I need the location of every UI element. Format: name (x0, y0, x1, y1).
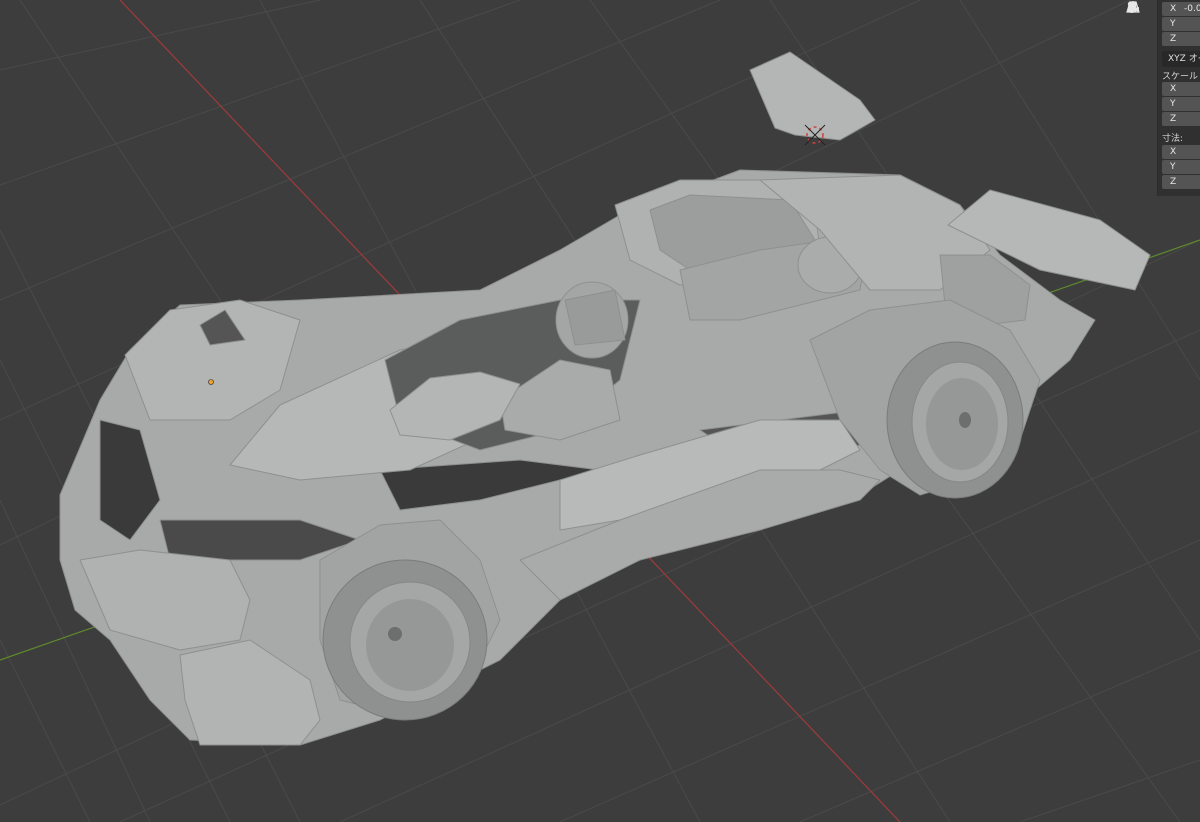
rotation-mode-dropdown[interactable]: XYZ オイ (1162, 51, 1200, 67)
object-origin-icon (208, 379, 214, 385)
location-x-value: -0.0 (1184, 4, 1200, 14)
dimensions-x-field[interactable]: X (1162, 145, 1200, 159)
dimensions-z-label: Z (1170, 177, 1177, 187)
dimensions-y-label: Y (1170, 162, 1176, 172)
rear-wheel[interactable] (886, 341, 1024, 499)
viewport-navigation (1126, 0, 1152, 72)
scale-y-label: Y (1170, 99, 1176, 109)
scale-fields: X Y Z (1162, 82, 1200, 127)
camera-icon[interactable] (1127, 1, 1150, 46)
dimensions-y-field[interactable]: Y (1162, 160, 1200, 174)
location-y-field[interactable]: Y (1162, 17, 1200, 31)
location-z-field[interactable]: Z (1162, 32, 1200, 46)
location-fields: X -0.0 Y Z (1162, 2, 1200, 47)
scale-title: スケール (1162, 72, 1199, 82)
perspective-grid-icon-glyph (1126, 1, 1140, 13)
object-properties-panel: X -0.0 Y Z XYZ オイ スケール X Y Z 寸法: X Y Z (1157, 0, 1200, 196)
perspective-grid-icon[interactable] (1126, 1, 1150, 70)
scale-x-label: X (1170, 84, 1177, 94)
scale-y-field[interactable]: Y (1162, 97, 1200, 111)
dimensions-x-label: X (1170, 147, 1177, 157)
location-x-label: X (1170, 4, 1177, 14)
dimensions-z-field[interactable]: Z (1162, 175, 1200, 189)
location-x-field[interactable]: X -0.0 (1162, 2, 1200, 16)
location-y-label: Y (1170, 19, 1176, 29)
scale-z-label: Z (1170, 114, 1177, 124)
location-z-label: Z (1170, 34, 1177, 44)
dimensions-fields: X Y Z (1162, 145, 1200, 190)
dimensions-title: 寸法: (1162, 134, 1184, 144)
scale-x-field[interactable]: X (1162, 82, 1200, 96)
viewport-scene[interactable] (0, 0, 1200, 822)
scale-z-field[interactable]: Z (1162, 112, 1200, 126)
front-wheel[interactable] (322, 559, 488, 721)
3d-viewport[interactable]: X -0.0 Y Z XYZ オイ スケール X Y Z 寸法: X Y Z (0, 0, 1200, 822)
